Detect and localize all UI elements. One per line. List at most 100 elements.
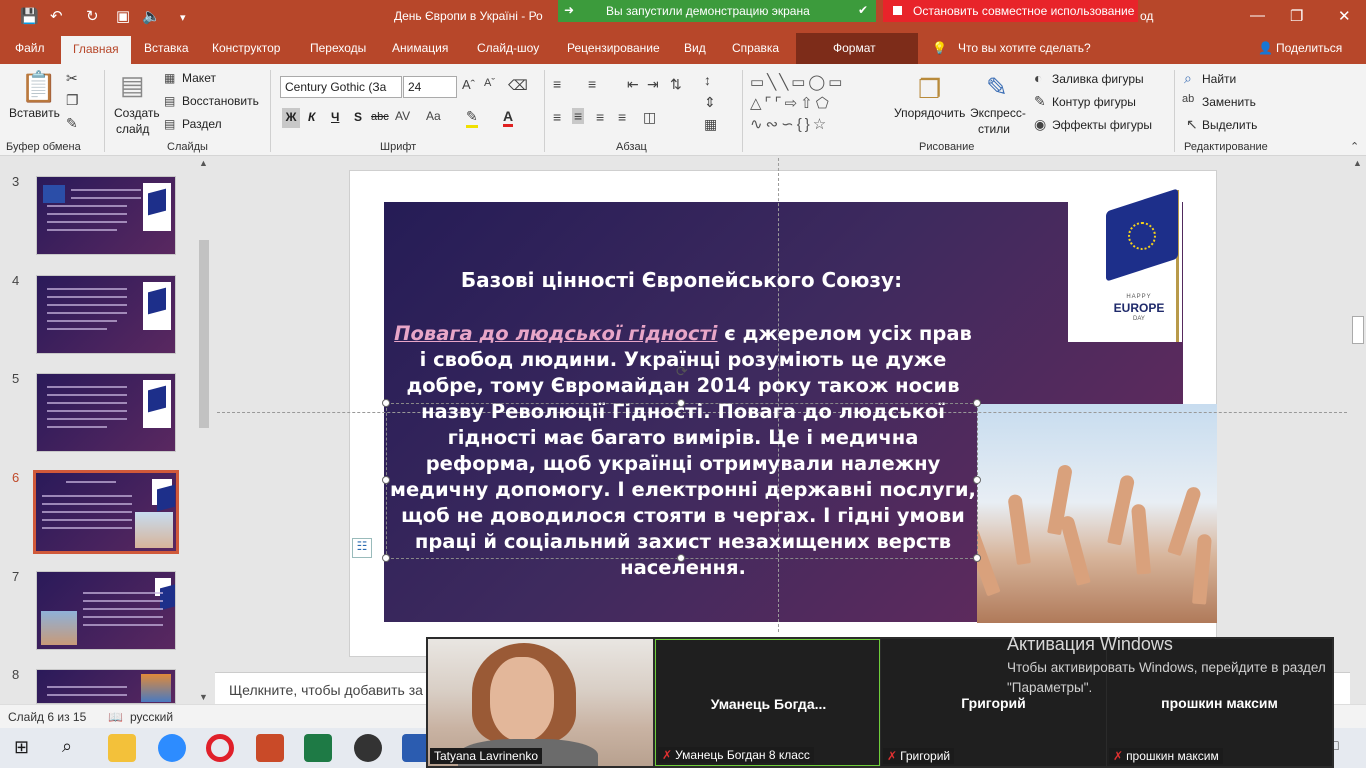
scrollbar-thumb[interactable]	[199, 240, 209, 428]
align-right-icon[interactable]: ≡	[596, 109, 604, 125]
arrange-button[interactable]: Упорядочить	[894, 106, 965, 120]
new-slide-label-2[interactable]: слайд	[116, 122, 149, 136]
excel-icon[interactable]	[304, 734, 332, 762]
resize-handle[interactable]	[382, 554, 390, 562]
quick-styles-icon[interactable]: ✎	[986, 72, 1008, 103]
scrollbar-thumb[interactable]	[1352, 316, 1364, 344]
italic-button[interactable]: К	[308, 110, 315, 124]
language-indicator[interactable]: русский	[130, 710, 173, 724]
paste-button[interactable]: Вставить	[9, 106, 60, 120]
slide-thumbnail-5[interactable]	[36, 373, 176, 452]
notes-placeholder[interactable]: Щелкните, чтобы добавить за	[229, 682, 423, 698]
resize-handle[interactable]	[973, 399, 981, 407]
tab-insert[interactable]: Вставка	[144, 41, 189, 55]
tab-view[interactable]: Вид	[684, 41, 706, 55]
shadow-button[interactable]: S	[354, 110, 362, 124]
justify-icon[interactable]: ≡	[618, 109, 626, 125]
select-button[interactable]: Выделить	[1202, 118, 1257, 132]
shapes-gallery[interactable]: ▭╲╲▭◯▭ △⌜⌜⇨⇧⬠ ∿∾∽{}☆	[750, 72, 890, 134]
tab-design[interactable]: Конструктор	[212, 41, 280, 55]
bold-button[interactable]: Ж	[282, 108, 300, 128]
font-name-select[interactable]: Century Gothic (За	[280, 76, 402, 98]
shape-outline-button[interactable]: Контур фигуры	[1052, 95, 1136, 109]
slide-title[interactable]: Базові цінності Європейського Союзу:	[395, 268, 968, 292]
reset-button[interactable]: Восстановить	[182, 94, 259, 108]
layout-button[interactable]: Макет	[182, 71, 216, 85]
layout-options-icon[interactable]: ☷	[352, 538, 372, 558]
resize-handle[interactable]	[973, 476, 981, 484]
resize-handle[interactable]	[677, 399, 685, 407]
scroll-up-icon[interactable]: ▲	[199, 158, 208, 168]
slide-scrollbar[interactable]: ▲	[1350, 156, 1366, 704]
resize-handle[interactable]	[382, 476, 390, 484]
cut-icon[interactable]: ✂	[66, 70, 78, 87]
spellcheck-icon[interactable]: 📖	[108, 710, 123, 724]
bullets-icon[interactable]: ≡	[553, 76, 561, 92]
media-player-icon[interactable]	[354, 734, 382, 762]
slide-thumbnail-8[interactable]	[36, 669, 176, 704]
zoom-icon[interactable]	[158, 734, 186, 762]
customize-qat-icon[interactable]: ▾	[180, 11, 186, 24]
line-spacing-icon[interactable]: ⇅	[670, 76, 682, 93]
audio-icon[interactable]: 🔈	[142, 7, 161, 25]
char-spacing-icon[interactable]: AV	[395, 109, 410, 123]
replace-button[interactable]: Заменить	[1202, 95, 1256, 109]
search-icon[interactable]: ⌕	[62, 736, 72, 757]
numbering-icon[interactable]: ≡	[588, 76, 596, 92]
slide-thumbnail-4[interactable]	[36, 275, 176, 354]
share-button[interactable]: Поделиться	[1276, 41, 1342, 55]
slide-thumbnail-3[interactable]	[36, 176, 176, 255]
undo-icon[interactable]: ↶	[50, 7, 63, 25]
resize-handle[interactable]	[382, 399, 390, 407]
tab-format[interactable]: Формат	[833, 41, 876, 55]
scroll-up-icon[interactable]: ▲	[1353, 158, 1362, 168]
windows-start-icon[interactable]: ⊞	[14, 737, 29, 758]
increase-indent-icon[interactable]: ⇥	[647, 76, 659, 93]
shape-fill-button[interactable]: Заливка фигуры	[1052, 72, 1144, 86]
slide-thumbnail-6[interactable]	[33, 470, 179, 554]
smartart-icon[interactable]: ▦	[704, 116, 717, 133]
highlight-icon[interactable]: ✎	[466, 108, 478, 128]
quick-styles-label-2[interactable]: стили	[978, 122, 1010, 136]
file-explorer-icon[interactable]	[108, 734, 136, 762]
participant-tile[interactable]: Уманець Богда... ✗ Уманець Богдан 8 класс	[655, 639, 880, 766]
text-direction-icon[interactable]: ↕	[704, 72, 711, 88]
text-box-selection[interactable]	[386, 403, 978, 559]
tell-me-input[interactable]: Что вы хотите сделать?	[958, 41, 1091, 55]
font-grow-icon[interactable]: Aˆ	[462, 77, 475, 92]
find-button[interactable]: Найти	[1202, 72, 1236, 86]
tab-slideshow[interactable]: Слайд-шоу	[477, 41, 539, 55]
opera-icon[interactable]	[206, 734, 234, 762]
tab-animations[interactable]: Анимация	[392, 41, 448, 55]
align-text-icon[interactable]: ⇕	[704, 94, 716, 111]
save-icon[interactable]: 💾	[20, 7, 39, 25]
columns-icon[interactable]: ◫	[643, 109, 656, 126]
collapse-ribbon-icon[interactable]: ⌃	[1350, 140, 1359, 153]
change-case-icon[interactable]: Aa	[426, 109, 441, 123]
slide-thumbnail-7[interactable]	[36, 571, 176, 650]
raised-hands-photo[interactable]	[977, 404, 1217, 623]
resize-handle[interactable]	[677, 554, 685, 562]
quick-styles-label-1[interactable]: Экспресс-	[970, 106, 1026, 120]
clear-format-icon[interactable]: ⌫	[508, 77, 528, 94]
minimize-icon[interactable]: —	[1250, 7, 1265, 24]
new-slide-label-1[interactable]: Создать	[114, 106, 160, 120]
tab-transitions[interactable]: Переходы	[310, 41, 366, 55]
shape-effects-button[interactable]: Эффекты фигуры	[1052, 118, 1152, 132]
stop-share-button[interactable]: Остановить совместное использование	[883, 0, 1138, 22]
tab-review[interactable]: Рецензирование	[567, 41, 660, 55]
tab-file[interactable]: Файл	[15, 41, 45, 55]
rotate-handle-icon[interactable]: ⟳	[676, 363, 688, 380]
section-button[interactable]: Раздел	[182, 117, 222, 131]
slideshow-start-icon[interactable]: ▣	[116, 7, 130, 25]
font-color-icon[interactable]: A	[503, 108, 514, 127]
close-icon[interactable]: ✕	[1338, 7, 1351, 25]
redo-icon[interactable]: ↻	[86, 7, 99, 25]
new-slide-icon[interactable]: ▤	[120, 70, 145, 101]
tab-home[interactable]: Главная	[61, 36, 131, 64]
align-center-icon[interactable]: ≡	[572, 108, 585, 124]
decrease-indent-icon[interactable]: ⇤	[627, 76, 639, 93]
copy-icon[interactable]: ❐	[66, 92, 79, 109]
resize-handle[interactable]	[973, 554, 981, 562]
font-shrink-icon[interactable]: Aˇ	[484, 77, 495, 89]
